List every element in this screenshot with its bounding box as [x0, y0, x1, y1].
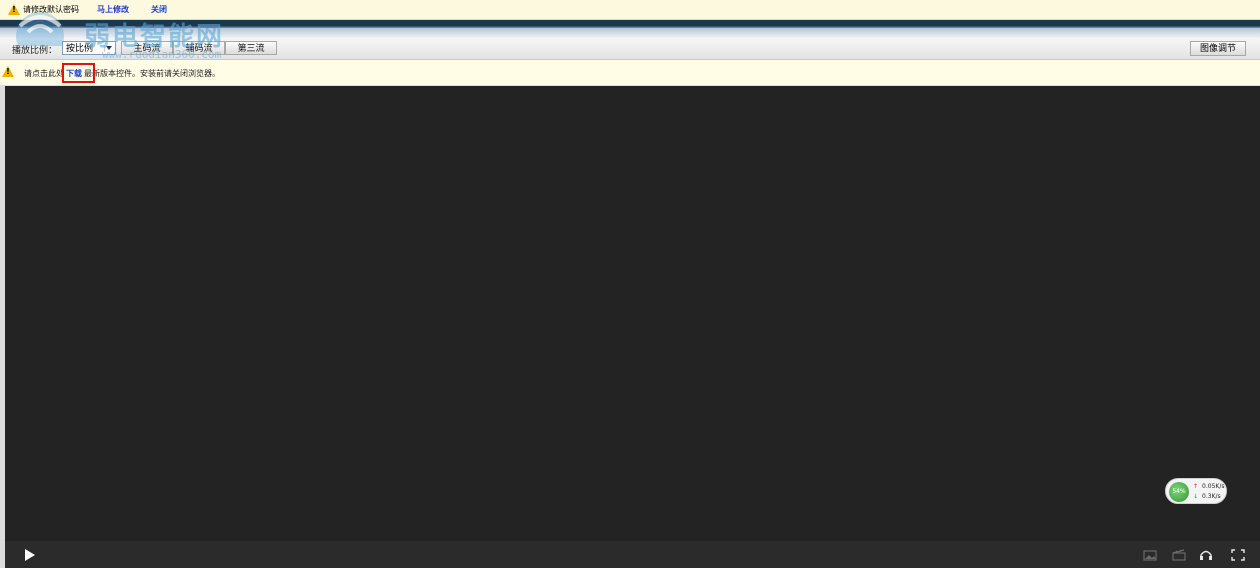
download-highlight-box: [62, 63, 95, 83]
sub-stream-button[interactable]: 辅码流: [173, 41, 225, 55]
upload-rate-value: 0.05K/s: [1202, 483, 1225, 490]
main-stream-button[interactable]: 主码流: [121, 41, 173, 55]
player-toolbar: 播放比例： 按比例 主码流 辅码流 第三流 图像调节: [0, 38, 1260, 60]
password-warning-text: 请修改默认密码: [23, 5, 79, 14]
download-arrow-icon: ↓: [1193, 493, 1199, 500]
notice-suffix: 最新版本控件。安装前请关闭浏览器。: [84, 69, 220, 78]
record-icon[interactable]: [1172, 549, 1186, 561]
close-warning-link[interactable]: 关闭: [151, 4, 167, 15]
plugin-notice-bar: ! 请点击此处 下载 最新版本控件。安装前请关闭浏览器。: [0, 60, 1260, 86]
fullscreen-icon[interactable]: [1231, 549, 1245, 561]
upload-rate: ↑ 0.05K/s: [1193, 483, 1224, 490]
header-strip: [0, 20, 1260, 38]
network-stats-badge: 54% ↑ 0.05K/s ↓ 0.3K/s: [1165, 478, 1227, 504]
warning-icon: !: [8, 4, 20, 15]
warning-icon: !: [2, 66, 14, 77]
upload-arrow-icon: ↑: [1193, 483, 1199, 490]
ratio-select[interactable]: 按比例: [62, 41, 116, 55]
play-icon[interactable]: [25, 549, 35, 561]
image-adjust-button[interactable]: 图像调节: [1190, 41, 1246, 56]
ratio-select-value: 按比例: [66, 44, 94, 54]
snapshot-icon[interactable]: [1143, 549, 1157, 561]
modify-password-link[interactable]: 马上修改: [97, 4, 129, 15]
ratio-label: 播放比例：: [12, 46, 58, 56]
audio-icon[interactable]: [1199, 549, 1213, 561]
player-control-bar: [5, 541, 1260, 568]
plugin-notice-text: 请点击此处 下载 最新版本控件。安装前请关闭浏览器。: [24, 68, 220, 79]
video-viewport[interactable]: [5, 86, 1260, 541]
notice-prefix: 请点击此处: [24, 69, 64, 78]
download-rate: ↓ 0.3K/s: [1193, 493, 1221, 500]
network-percent: 54%: [1169, 482, 1189, 502]
third-stream-button[interactable]: 第三流: [225, 41, 277, 55]
chevron-down-icon: [104, 45, 113, 52]
download-rate-value: 0.3K/s: [1202, 493, 1221, 500]
password-warning-bar: ! 请修改默认密码 马上修改 关闭: [0, 0, 1260, 20]
